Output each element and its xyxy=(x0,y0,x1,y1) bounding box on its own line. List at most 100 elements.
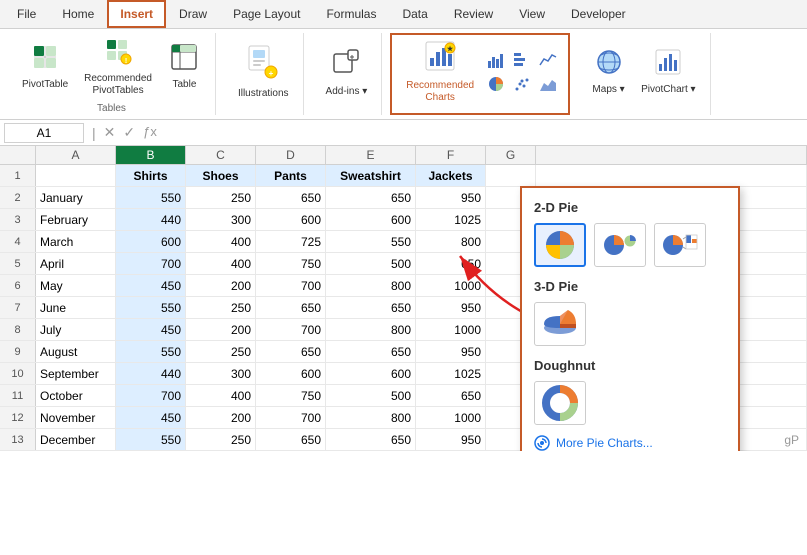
cell-a9[interactable]: August xyxy=(36,341,116,362)
cell-a13[interactable]: December xyxy=(36,429,116,450)
cell-e4[interactable]: 550 xyxy=(326,231,416,252)
cell-b11[interactable]: 700 xyxy=(116,385,186,406)
cell-a7[interactable]: June xyxy=(36,297,116,318)
cell-f1[interactable]: Jackets xyxy=(416,165,486,186)
tab-formulas[interactable]: Formulas xyxy=(313,0,389,28)
cell-b5[interactable]: 700 xyxy=(116,253,186,274)
name-box[interactable] xyxy=(4,123,84,143)
cell-f2[interactable]: 950 xyxy=(416,187,486,208)
cell-a11[interactable]: October xyxy=(36,385,116,406)
cell-d7[interactable]: 650 xyxy=(256,297,326,318)
column-chart-button[interactable] xyxy=(484,49,508,71)
bar-chart-button[interactable] xyxy=(510,49,534,71)
cell-c1[interactable]: Shoes xyxy=(186,165,256,186)
pie-exploded-chart[interactable] xyxy=(594,223,646,267)
pie-basic-chart[interactable] xyxy=(534,223,586,267)
tab-page-layout[interactable]: Page Layout xyxy=(220,0,313,28)
cell-b8[interactable]: 450 xyxy=(116,319,186,340)
cell-g1[interactable] xyxy=(486,165,536,186)
cell-e11[interactable]: 500 xyxy=(326,385,416,406)
cell-c13[interactable]: 250 xyxy=(186,429,256,450)
cell-b3[interactable]: 440 xyxy=(116,209,186,230)
cell-c6[interactable]: 200 xyxy=(186,275,256,296)
cell-c8[interactable]: 200 xyxy=(186,319,256,340)
cell-f8[interactable]: 1000 xyxy=(416,319,486,340)
cell-f6[interactable]: 1000 xyxy=(416,275,486,296)
cell-f4[interactable]: 800 xyxy=(416,231,486,252)
cell-c2[interactable]: 250 xyxy=(186,187,256,208)
cell-c12[interactable]: 200 xyxy=(186,407,256,428)
cell-b4[interactable]: 600 xyxy=(116,231,186,252)
tab-view[interactable]: View xyxy=(506,0,558,28)
cell-c11[interactable]: 400 xyxy=(186,385,256,406)
confirm-formula-icon[interactable]: ✓ xyxy=(123,124,135,141)
cell-d11[interactable]: 750 xyxy=(256,385,326,406)
pivot-chart-button[interactable]: PivotChart ▾ xyxy=(635,44,701,100)
cancel-formula-icon[interactable]: ✕ xyxy=(104,124,116,141)
cell-extra-1[interactable] xyxy=(536,165,807,186)
cell-b1[interactable]: Shirts xyxy=(116,165,186,186)
cell-c7[interactable]: 250 xyxy=(186,297,256,318)
formula-input[interactable] xyxy=(161,126,803,140)
tab-draw[interactable]: Draw xyxy=(166,0,220,28)
pivot-table-button[interactable]: PivotTable xyxy=(16,39,74,95)
cell-b2[interactable]: 550 xyxy=(116,187,186,208)
cell-b13[interactable]: 550 xyxy=(116,429,186,450)
cell-d3[interactable]: 600 xyxy=(256,209,326,230)
tab-developer[interactable]: Developer xyxy=(558,0,639,28)
cell-d12[interactable]: 700 xyxy=(256,407,326,428)
cell-d2[interactable]: 650 xyxy=(256,187,326,208)
scatter-chart-button[interactable] xyxy=(510,73,534,95)
cell-b6[interactable]: 450 xyxy=(116,275,186,296)
cell-e9[interactable]: 650 xyxy=(326,341,416,362)
cell-c9[interactable]: 250 xyxy=(186,341,256,362)
cell-d6[interactable]: 700 xyxy=(256,275,326,296)
line-chart-button[interactable] xyxy=(536,49,560,71)
cell-a4[interactable]: March xyxy=(36,231,116,252)
tab-data[interactable]: Data xyxy=(389,0,440,28)
cell-f9[interactable]: 950 xyxy=(416,341,486,362)
cell-e2[interactable]: 650 xyxy=(326,187,416,208)
cell-c5[interactable]: 400 xyxy=(186,253,256,274)
cell-e5[interactable]: 500 xyxy=(326,253,416,274)
cell-a6[interactable]: May xyxy=(36,275,116,296)
cell-f13[interactable]: 950 xyxy=(416,429,486,450)
cell-a8[interactable]: July xyxy=(36,319,116,340)
tab-home[interactable]: Home xyxy=(49,0,107,28)
cell-f10[interactable]: 1025 xyxy=(416,363,486,384)
cell-a3[interactable]: February xyxy=(36,209,116,230)
cell-b10[interactable]: 440 xyxy=(116,363,186,384)
cell-f11[interactable]: 650 xyxy=(416,385,486,406)
cell-e1[interactable]: Sweatshirt xyxy=(326,165,416,186)
pie-3d-chart[interactable] xyxy=(534,302,586,346)
cell-e3[interactable]: 600 xyxy=(326,209,416,230)
recommended-pivottables-button[interactable]: ! RecommendedPivotTables xyxy=(78,33,158,101)
cell-e8[interactable]: 800 xyxy=(326,319,416,340)
pie-bar-chart[interactable] xyxy=(654,223,706,267)
cell-c3[interactable]: 300 xyxy=(186,209,256,230)
recommended-charts-button[interactable]: ★ RecommendedCharts xyxy=(400,36,480,108)
cell-e13[interactable]: 650 xyxy=(326,429,416,450)
cell-f5[interactable]: 650 xyxy=(416,253,486,274)
illustrations-button[interactable]: + Illustrations xyxy=(232,40,295,104)
cell-f12[interactable]: 1000 xyxy=(416,407,486,428)
cell-b7[interactable]: 550 xyxy=(116,297,186,318)
cell-d13[interactable]: 650 xyxy=(256,429,326,450)
cell-b9[interactable]: 550 xyxy=(116,341,186,362)
cell-c10[interactable]: 300 xyxy=(186,363,256,384)
area-chart-button[interactable] xyxy=(536,73,560,95)
cell-f7[interactable]: 950 xyxy=(416,297,486,318)
cell-a10[interactable]: September xyxy=(36,363,116,384)
cell-e12[interactable]: 800 xyxy=(326,407,416,428)
tab-file[interactable]: File xyxy=(4,0,49,28)
cell-e10[interactable]: 600 xyxy=(326,363,416,384)
cell-d9[interactable]: 650 xyxy=(256,341,326,362)
cell-a1[interactable] xyxy=(36,165,116,186)
cell-a12[interactable]: November xyxy=(36,407,116,428)
cell-e6[interactable]: 800 xyxy=(326,275,416,296)
cell-d10[interactable]: 600 xyxy=(256,363,326,384)
cell-d4[interactable]: 725 xyxy=(256,231,326,252)
addins-button[interactable]: Add-ins ▾ xyxy=(320,42,374,102)
cell-e7[interactable]: 650 xyxy=(326,297,416,318)
insert-function-icon[interactable]: ƒx xyxy=(143,124,157,141)
